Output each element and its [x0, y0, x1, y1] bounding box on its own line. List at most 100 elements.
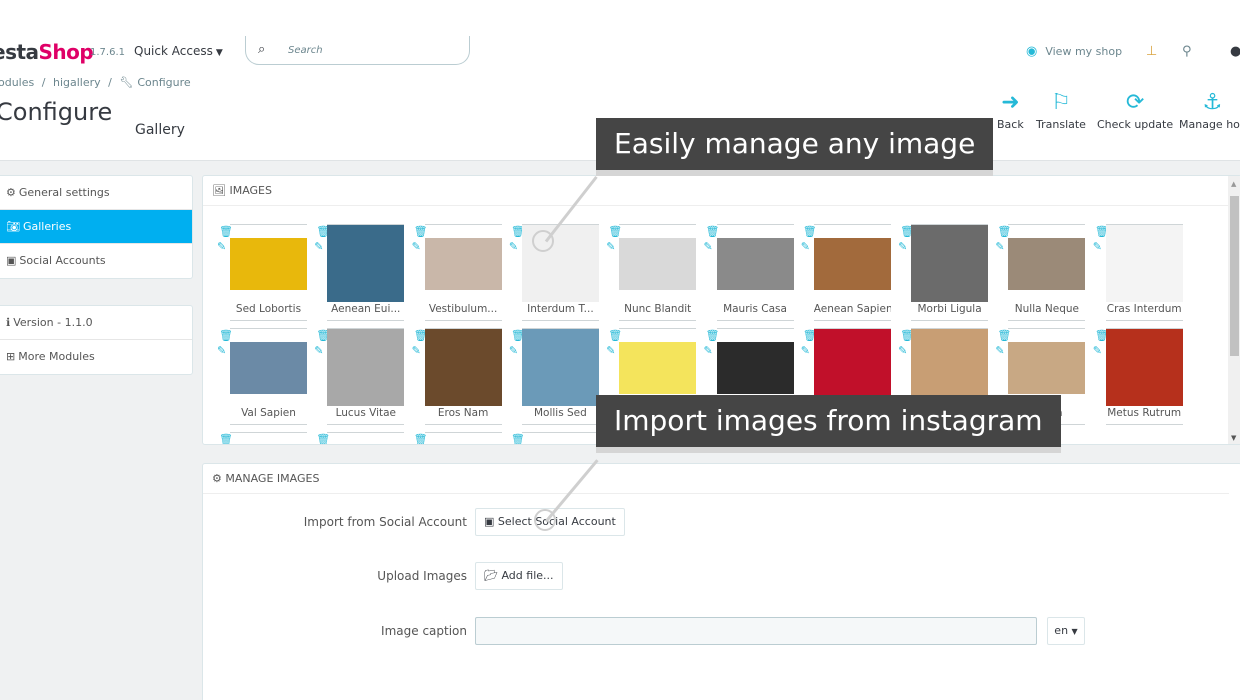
image-tile[interactable]: 🗑︎ — [509, 432, 606, 444]
breadcrumb-modules[interactable]: odules — [0, 76, 34, 89]
image-thumbnail[interactable] — [521, 329, 599, 406]
upload-row: Upload Images 📂︎ Add file... — [203, 562, 1203, 590]
sidebar-item-general-settings[interactable]: ⚙ General settings — [0, 176, 192, 210]
edit-icon[interactable]: ✎ — [801, 344, 810, 357]
trash-icon[interactable]: 🗑︎ — [219, 329, 233, 342]
edit-icon[interactable]: ✎ — [704, 240, 713, 253]
image-tile[interactable]: 🗑︎ — [314, 432, 411, 444]
edit-icon[interactable]: ✎ — [217, 344, 226, 357]
image-thumbnail[interactable] — [813, 238, 891, 290]
image-thumbnail[interactable] — [911, 225, 989, 302]
trash-icon[interactable]: 🗑︎ — [997, 225, 1011, 238]
edit-icon[interactable]: ✎ — [995, 344, 1004, 357]
image-tile[interactable]: 🗑︎ ✎ Aenean Eui... — [314, 224, 411, 328]
image-caption: Val Sapien — [241, 407, 296, 419]
check-update-button[interactable]: ⟳ Check update — [1097, 88, 1173, 131]
trash-icon[interactable]: 🗑︎ — [219, 433, 233, 444]
trash-icon[interactable]: 🗑︎ — [316, 433, 330, 444]
image-thumbnail[interactable] — [716, 238, 794, 290]
quick-access-dropdown[interactable]: Quick Access ▼ — [134, 44, 223, 58]
notifications-icon[interactable]: ⊥ — [1146, 44, 1157, 59]
trash-icon[interactable]: 🗑︎ — [706, 329, 720, 342]
image-tile[interactable]: 🗑︎ — [412, 432, 509, 444]
images-scrollbar[interactable]: ▲ ▼ — [1228, 176, 1240, 444]
image-tile[interactable]: 🗑︎ ✎ Aenean Sapien — [801, 224, 898, 328]
image-thumbnail[interactable] — [424, 329, 502, 406]
search-input[interactable]: Search — [288, 45, 323, 56]
trash-icon[interactable]: 🗑︎ — [414, 225, 428, 238]
edit-icon[interactable]: ✎ — [412, 344, 421, 357]
image-thumbnail[interactable] — [230, 238, 307, 290]
edit-icon[interactable]: ✎ — [898, 240, 907, 253]
image-tile[interactable]: 🗑︎ ✎ Nulla Neque — [995, 224, 1092, 328]
image-thumbnail[interactable] — [619, 238, 697, 290]
image-thumbnail[interactable] — [716, 342, 794, 394]
image-tile[interactable]: 🗑︎ ✎ Nunc Blandit — [606, 224, 703, 328]
image-thumbnail[interactable] — [327, 225, 405, 302]
sidebar-item-galleries[interactable]: 📷︎ Galleries — [0, 210, 192, 244]
image-tile[interactable]: 🗑︎ — [217, 432, 314, 444]
edit-icon[interactable]: ✎ — [606, 240, 615, 253]
image-tile[interactable]: 🗑︎ ✎ Sed Lobortis — [217, 224, 314, 328]
image-tile[interactable]: 🗑︎ ✎ Mauris Casa — [704, 224, 801, 328]
trash-icon[interactable]: 🗑︎ — [706, 225, 720, 238]
breadcrumb-higallery[interactable]: higallery — [53, 76, 101, 89]
scroll-down-icon[interactable]: ▼ — [1231, 434, 1236, 442]
sidebar-item-social-accounts[interactable]: ▣ Social Accounts — [0, 244, 192, 278]
back-button[interactable]: ➜ Back — [997, 88, 1024, 131]
image-thumbnail[interactable] — [1008, 238, 1086, 290]
translate-button[interactable]: ⚐ Translate — [1036, 88, 1086, 131]
image-tile[interactable]: 🗑︎ ✎ Lucus Vitae — [314, 328, 411, 432]
image-thumbnail[interactable] — [619, 342, 697, 394]
plus-square-icon: ⊞ — [6, 350, 16, 363]
edit-icon[interactable]: ✎ — [606, 344, 615, 357]
edit-icon[interactable]: ✎ — [704, 344, 713, 357]
image-caption: Vestibulum... — [428, 303, 498, 315]
edit-icon[interactable]: ✎ — [217, 240, 226, 253]
image-tile[interactable]: 🗑︎ ✎ Cras Interdum — [1093, 224, 1190, 328]
image-tile[interactable]: 🗑︎ ✎ Interdum T... — [509, 224, 606, 328]
employee-icon[interactable]: ⚲ — [1182, 44, 1192, 59]
edit-icon[interactable]: ✎ — [412, 240, 421, 253]
language-dropdown[interactable]: en ▼ — [1047, 617, 1085, 645]
image-thumbnail[interactable] — [230, 342, 307, 394]
add-file-button[interactable]: 📂︎ Add file... — [475, 562, 563, 590]
scroll-up-icon[interactable]: ▲ — [1231, 180, 1236, 188]
trash-icon[interactable]: 🗑︎ — [219, 225, 233, 238]
image-tile[interactable]: 🗑︎ ✎ Morbi Ligula — [898, 224, 995, 328]
image-caption-input[interactable] — [475, 617, 1037, 645]
image-thumbnail[interactable] — [1105, 225, 1183, 302]
more-modules-link[interactable]: ⊞ More Modules — [0, 340, 192, 374]
image-thumbnail[interactable] — [327, 329, 405, 406]
image-tile[interactable]: 🗑︎ ✎ Metus Rutrum — [1093, 328, 1190, 432]
version-label: Version - 1.1.0 — [13, 316, 93, 329]
edit-icon[interactable]: ✎ — [1093, 344, 1102, 357]
image-tile[interactable]: 🗑︎ ✎ Val Sapien — [217, 328, 314, 432]
edit-icon[interactable]: ✎ — [314, 344, 323, 357]
image-tile[interactable]: 🗑︎ ✎ Mollis Sed — [509, 328, 606, 432]
trash-icon[interactable]: 🗑︎ — [511, 433, 525, 444]
trash-icon[interactable]: 🗑︎ — [997, 329, 1011, 342]
trash-icon[interactable]: 🗑︎ — [608, 329, 622, 342]
image-thumbnail[interactable] — [1008, 342, 1086, 394]
image-tile[interactable]: 🗑︎ ✎ Vestibulum... — [412, 224, 509, 328]
search-box[interactable]: ⌕ Search — [245, 36, 470, 65]
prestashop-logo[interactable]: estaShop — [0, 40, 94, 64]
edit-icon[interactable]: ✎ — [314, 240, 323, 253]
edit-icon[interactable]: ✎ — [509, 240, 518, 253]
image-thumbnail[interactable] — [1105, 329, 1183, 406]
trash-icon[interactable]: 🗑︎ — [803, 225, 817, 238]
trash-icon[interactable]: 🗑︎ — [414, 433, 428, 444]
edit-icon[interactable]: ✎ — [509, 344, 518, 357]
image-tile[interactable]: 🗑︎ ✎ Eros Nam — [412, 328, 509, 432]
edit-icon[interactable]: ✎ — [898, 344, 907, 357]
scrollbar-thumb[interactable] — [1230, 196, 1239, 356]
edit-icon[interactable]: ✎ — [801, 240, 810, 253]
manage-hooks-button[interactable]: ⚓ Manage hoc — [1179, 88, 1240, 131]
image-thumbnail[interactable] — [424, 238, 502, 290]
user-avatar-icon[interactable]: ● — [1230, 44, 1240, 59]
view-shop-link[interactable]: ◉ View my shop — [1026, 44, 1122, 59]
edit-icon[interactable]: ✎ — [995, 240, 1004, 253]
trash-icon[interactable]: 🗑︎ — [608, 225, 622, 238]
edit-icon[interactable]: ✎ — [1093, 240, 1102, 253]
